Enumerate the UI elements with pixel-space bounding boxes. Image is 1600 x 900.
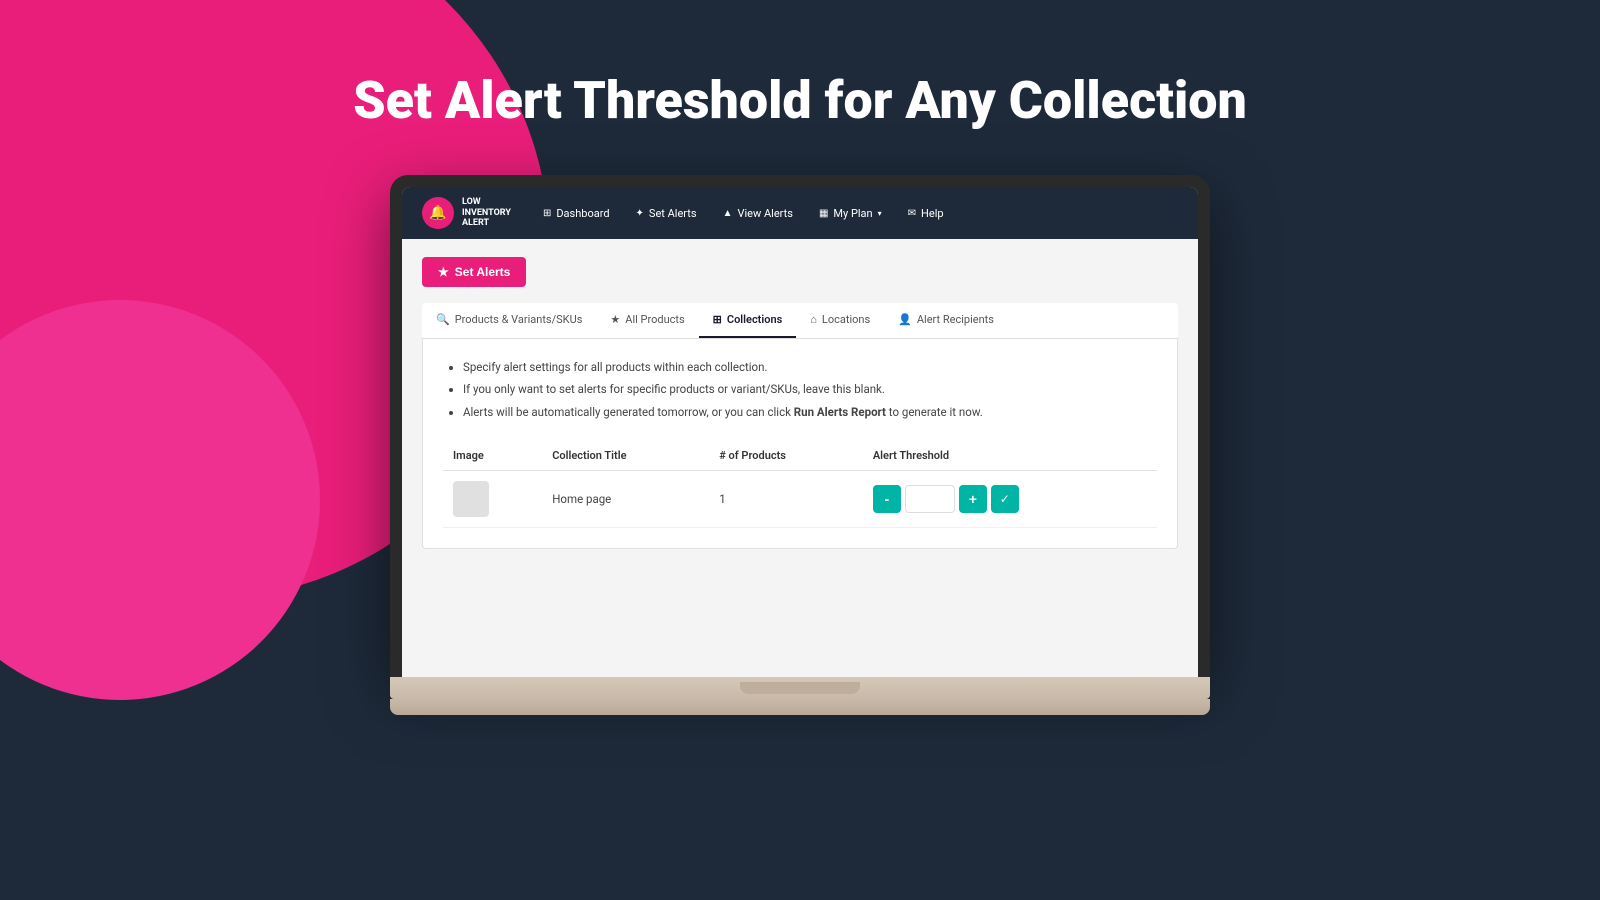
col-num-products: # of Products xyxy=(709,441,863,471)
chevron-down-icon: ▾ xyxy=(878,209,882,218)
laptop-stand xyxy=(390,699,1210,715)
set-alerts-icon: ✦ xyxy=(636,208,644,219)
help-icon: ✉ xyxy=(908,208,916,219)
threshold-confirm-button[interactable]: ✓ xyxy=(991,485,1019,513)
laptop-screen-inner: 🔔 LOW INVENTORY ALERT ⊞ Dashboard ✦ Set … xyxy=(402,187,1198,677)
threshold-controls: - + ✓ xyxy=(873,485,1147,513)
set-alerts-button[interactable]: ★ Set Alerts xyxy=(422,257,526,287)
bullet3-after: to generate it now. xyxy=(886,405,983,419)
col-alert-threshold: Alert Threshold xyxy=(863,441,1157,471)
threshold-plus-button[interactable]: + xyxy=(959,485,987,513)
tab-all-products[interactable]: ★ All Products xyxy=(596,303,698,338)
table-body: Home page 1 - + ✓ xyxy=(443,470,1157,527)
nav-item-dashboard[interactable]: ⊞ Dashboard xyxy=(533,201,620,226)
logo-area: 🔔 LOW INVENTORY ALERT xyxy=(422,197,511,229)
cell-num-products: 1 xyxy=(709,470,863,527)
run-alerts-link[interactable]: Run Alerts Report xyxy=(794,405,886,419)
table-row: Home page 1 - + ✓ xyxy=(443,470,1157,527)
nav-item-help[interactable]: ✉ Help xyxy=(898,201,954,226)
set-alerts-btn-icon: ★ xyxy=(438,265,449,279)
product-image-placeholder xyxy=(453,481,489,517)
laptop-base xyxy=(390,677,1210,699)
logo-bell-icon: 🔔 xyxy=(429,205,446,221)
dashboard-icon: ⊞ xyxy=(543,208,551,219)
navbar: 🔔 LOW INVENTORY ALERT ⊞ Dashboard ✦ Set … xyxy=(402,187,1198,239)
set-alerts-btn-label: Set Alerts xyxy=(455,265,511,279)
nav-item-my-plan[interactable]: ▦ My Plan ▾ xyxy=(809,201,892,226)
nav-item-view-alerts[interactable]: ▲ View Alerts xyxy=(713,201,803,226)
cell-collection-title: Home page xyxy=(542,470,709,527)
alert-recipients-icon: 👤 xyxy=(898,313,912,326)
locations-icon: ⌂ xyxy=(810,313,817,326)
cell-alert-threshold: - + ✓ xyxy=(863,470,1157,527)
info-bullet-1: Specify alert settings for all products … xyxy=(463,359,1157,376)
threshold-input[interactable] xyxy=(905,485,955,513)
cell-image xyxy=(443,470,542,527)
all-products-icon: ★ xyxy=(610,313,620,326)
logo-text: LOW INVENTORY ALERT xyxy=(462,197,511,229)
products-variants-icon: 🔍 xyxy=(436,313,450,326)
laptop-screen-outer: 🔔 LOW INVENTORY ALERT ⊞ Dashboard ✦ Set … xyxy=(390,175,1210,677)
content-panel: Specify alert settings for all products … xyxy=(422,339,1178,549)
logo-icon: 🔔 xyxy=(422,197,454,229)
bullet3-before: Alerts will be automatically generated t… xyxy=(463,405,794,419)
laptop-notch xyxy=(740,682,860,694)
tab-locations[interactable]: ⌂ Locations xyxy=(796,303,884,338)
nav-item-set-alerts[interactable]: ✦ Set Alerts xyxy=(626,201,707,226)
col-image: Image xyxy=(443,441,542,471)
page-title: Set Alert Threshold for Any Collection xyxy=(0,70,1600,131)
view-alerts-icon: ▲ xyxy=(723,208,733,219)
data-table: Image Collection Title # of Products Ale… xyxy=(443,441,1157,528)
info-list: Specify alert settings for all products … xyxy=(443,359,1157,421)
tabs-container: 🔍 Products & Variants/SKUs ★ All Product… xyxy=(422,303,1178,339)
info-bullet-2: If you only want to set alerts for speci… xyxy=(463,381,1157,398)
my-plan-icon: ▦ xyxy=(819,208,828,219)
collections-icon: ⊞ xyxy=(713,313,722,326)
main-content: ★ Set Alerts 🔍 Products & Variants/SKUs … xyxy=(402,239,1198,567)
table-header: Image Collection Title # of Products Ale… xyxy=(443,441,1157,471)
col-collection-title: Collection Title xyxy=(542,441,709,471)
tab-alert-recipients[interactable]: 👤 Alert Recipients xyxy=(884,303,1008,338)
tab-collections[interactable]: ⊞ Collections xyxy=(699,303,797,338)
laptop-frame: 🔔 LOW INVENTORY ALERT ⊞ Dashboard ✦ Set … xyxy=(390,175,1210,715)
threshold-minus-button[interactable]: - xyxy=(873,485,901,513)
info-bullet-3: Alerts will be automatically generated t… xyxy=(463,404,1157,421)
tab-products-variants[interactable]: 🔍 Products & Variants/SKUs xyxy=(422,303,596,338)
